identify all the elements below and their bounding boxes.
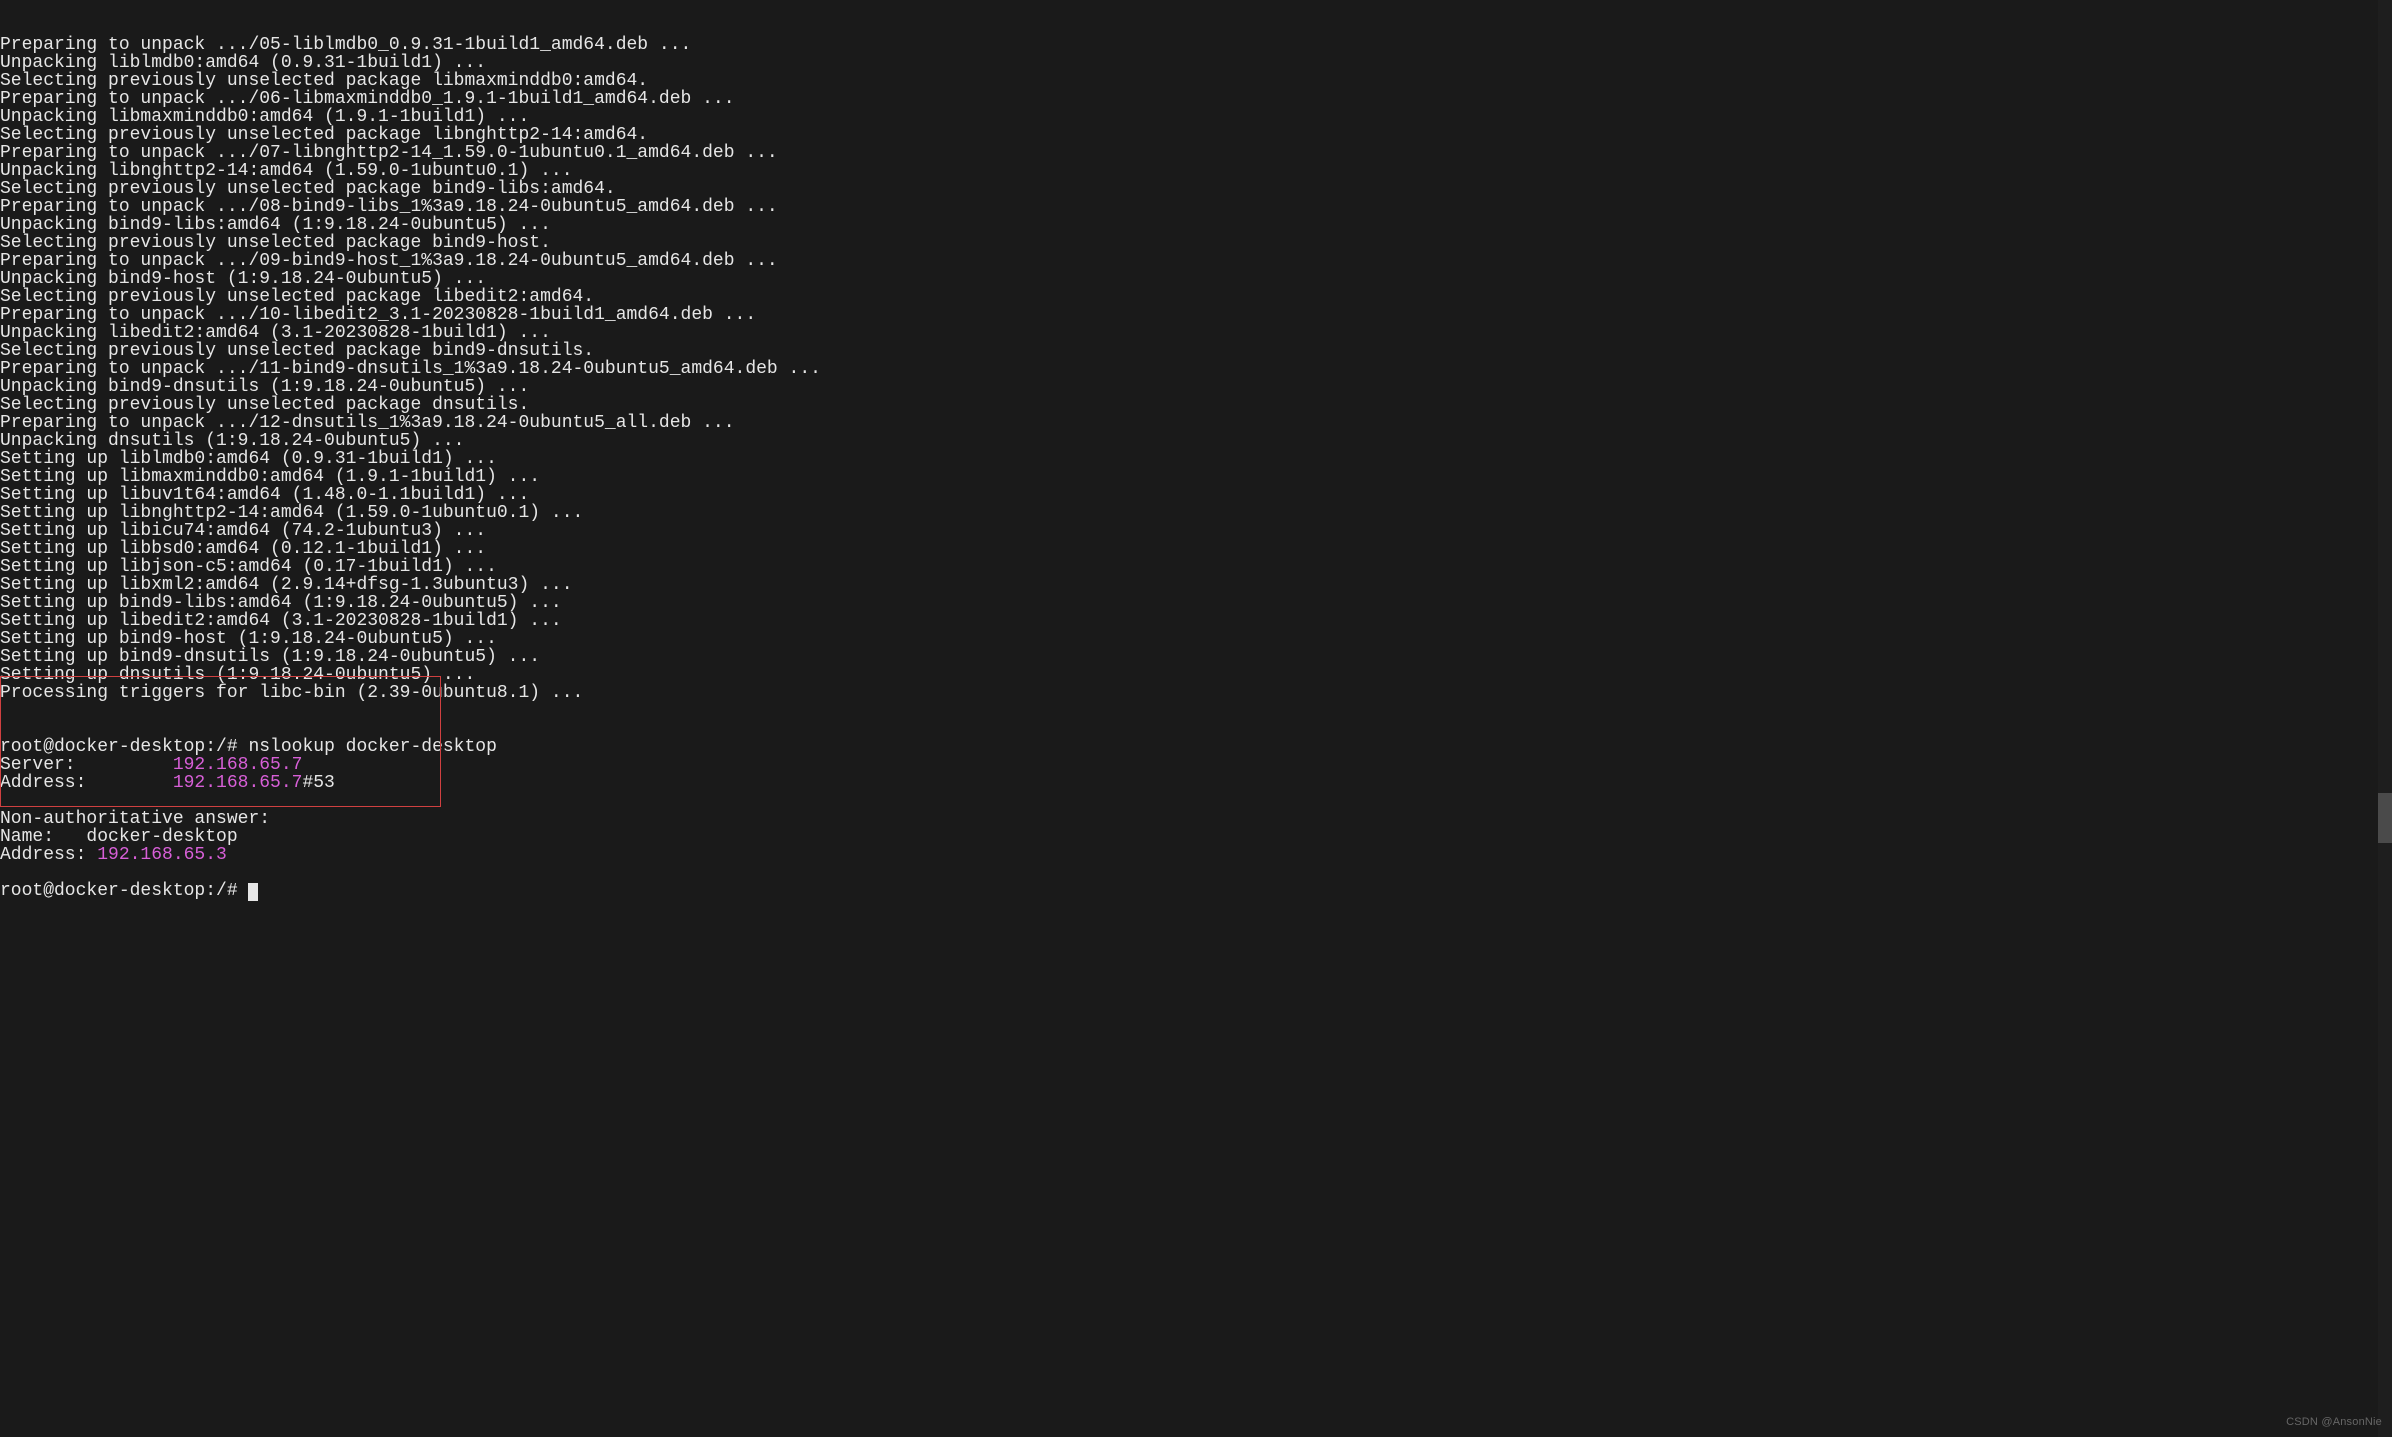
watermark-text: CSDN @AnsonNie <box>2286 1413 2382 1431</box>
address2-label: Address: <box>0 845 97 865</box>
address-port-suffix: #53 <box>302 773 334 793</box>
address2-ip: 192.168.65.3 <box>97 845 227 865</box>
terminal-output-block: Preparing to unpack .../05-liblmdb0_0.9.… <box>0 36 2390 702</box>
non-auth-line: Non-authoritative answer: <box>0 809 270 829</box>
scrollbar-thumb[interactable] <box>2378 793 2392 843</box>
shell-prompt: root@docker-desktop:/# <box>0 881 248 901</box>
address-ip: 192.168.65.7 <box>173 773 303 793</box>
nslookup-block: root@docker-desktop:/# nslookup docker-d… <box>0 738 2390 901</box>
shell-command: nslookup docker-desktop <box>248 737 496 757</box>
server-label: Server: <box>0 755 173 775</box>
shell-prompt: root@docker-desktop:/# <box>0 737 248 757</box>
cursor-block[interactable] <box>248 883 258 901</box>
terminal-viewport[interactable]: Preparing to unpack .../05-liblmdb0_0.9.… <box>0 0 2392 1437</box>
name-line: Name: docker-desktop <box>0 827 238 847</box>
scrollbar-track[interactable] <box>2378 0 2392 1437</box>
server-ip: 192.168.65.7 <box>173 755 303 775</box>
address-label: Address: <box>0 773 173 793</box>
